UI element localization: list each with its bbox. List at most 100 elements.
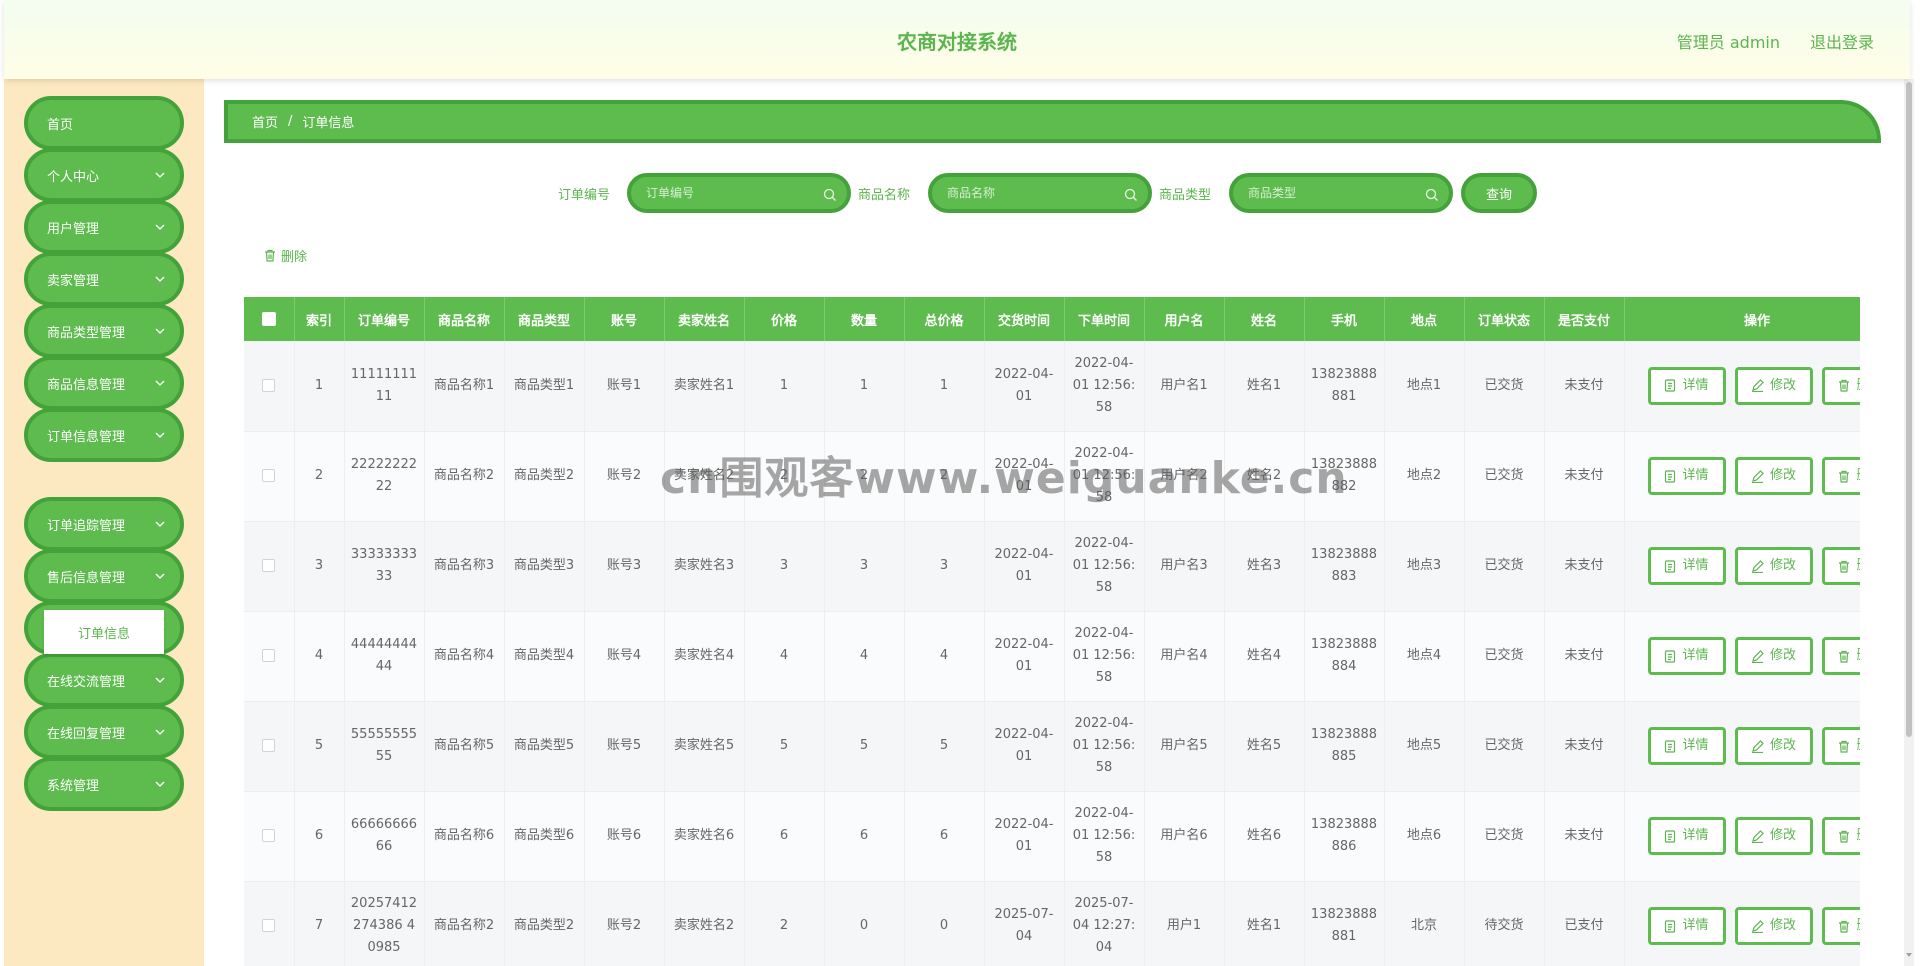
trash-icon bbox=[1838, 560, 1856, 573]
delete-button[interactable]: 删除 bbox=[1821, 907, 1860, 945]
delete-button[interactable]: 删除 bbox=[1821, 817, 1860, 855]
edit-button[interactable]: 修改 bbox=[1734, 817, 1813, 855]
vertical-scrollbar[interactable] bbox=[1904, 79, 1914, 966]
order-table-container: 索引 订单编号 商品名称 商品类型 账号 卖家姓名 价格 数量 总价格 交货时间 下单时间 用户名 姓名… bbox=[244, 297, 1860, 966]
batch-delete-button[interactable]: 删除 bbox=[264, 246, 307, 265]
row-checkbox[interactable] bbox=[262, 469, 276, 482]
sidebar-menu-item-1[interactable]: 个人中心 bbox=[24, 148, 184, 202]
delete-button[interactable]: 删除 bbox=[1821, 457, 1860, 495]
table-header-row: 索引 订单编号 商品名称 商品类型 账号 卖家姓名 价格 数量 总价格 交货时间 下单时间 用户名 姓名… bbox=[244, 297, 1860, 341]
sidebar-menu-item-8[interactable]: 售后信息管理 bbox=[24, 549, 184, 603]
table-row[interactable]: 6 6666666666 商品名称6 商品类型6 账号6 卖家姓名6 6 6 6 2022-04-… bbox=[244, 791, 1860, 882]
table-cell: 卖家姓名3 bbox=[664, 521, 745, 612]
document-icon bbox=[1664, 649, 1682, 663]
sidebar-menu-label: 首页 bbox=[47, 117, 74, 133]
sidebar-menu-item-0[interactable]: 首页 bbox=[24, 96, 184, 150]
column-header: 用户名 bbox=[1144, 297, 1225, 341]
row-checkbox[interactable] bbox=[262, 829, 276, 842]
edit-button[interactable]: 修改 bbox=[1734, 457, 1813, 495]
logout-link[interactable]: 退出登录 bbox=[1810, 29, 1874, 53]
table-cell: 未支付 bbox=[1544, 431, 1625, 522]
sidebar-menu-item-4[interactable]: 商品类型管理 bbox=[24, 304, 184, 358]
detail-button[interactable]: 详情 bbox=[1647, 637, 1726, 675]
column-header: 是否支付 bbox=[1544, 297, 1625, 341]
table-cell: 2022-04-01 bbox=[984, 341, 1065, 432]
sidebar-menu-item-2[interactable]: 用户管理 bbox=[24, 200, 184, 254]
chevron-down-icon bbox=[154, 377, 166, 389]
table-cell: 用户名2 bbox=[1144, 431, 1225, 522]
table-cell: 6 bbox=[824, 791, 905, 882]
sidebar-menu-item-10[interactable]: 在线交流管理 bbox=[24, 653, 184, 707]
table-cell: 商品名称5 bbox=[424, 701, 505, 792]
sidebar-menu-item-5[interactable]: 商品信息管理 bbox=[24, 356, 184, 410]
table-cell: 北京 bbox=[1384, 881, 1465, 966]
table-cell: 2022-04-01 12:56:58 bbox=[1064, 701, 1145, 792]
product-type-input[interactable] bbox=[1248, 186, 1418, 200]
table-row[interactable]: 7 20257412274386 40985 商品名称2 商品类型2 账号2 卖家姓名2 2… bbox=[244, 881, 1860, 966]
edit-button[interactable]: 修改 bbox=[1734, 366, 1813, 405]
sidebar-menu-item-7[interactable]: 订单追踪管理 bbox=[24, 497, 184, 551]
row-checkbox[interactable] bbox=[262, 649, 276, 662]
row-checkbox[interactable] bbox=[262, 739, 276, 752]
table-cell: 2 bbox=[744, 431, 825, 522]
sidebar-menu-item-12[interactable]: 系统管理 bbox=[24, 757, 184, 811]
sidebar-menu-item-3[interactable]: 卖家管理 bbox=[24, 252, 184, 306]
scrollbar-thumb[interactable] bbox=[1906, 82, 1912, 737]
select-all-checkbox[interactable] bbox=[261, 312, 276, 326]
query-button[interactable]: 查询 bbox=[1461, 173, 1537, 213]
sidebar-menu-label: 订单信息管理 bbox=[47, 429, 126, 445]
sidebar-menu-item-11[interactable]: 在线回复管理 bbox=[24, 705, 184, 759]
edit-button[interactable]: 修改 bbox=[1734, 637, 1813, 675]
edit-button[interactable]: 修改 bbox=[1734, 547, 1813, 585]
product-name-input[interactable] bbox=[947, 186, 1117, 200]
delete-button[interactable]: 删除 bbox=[1821, 727, 1860, 765]
detail-button[interactable]: 详情 bbox=[1647, 907, 1726, 945]
table-cell: 6 bbox=[294, 791, 345, 882]
edit-button[interactable]: 修改 bbox=[1734, 727, 1813, 765]
row-actions-cell: 详情 修改 删除 bbox=[1624, 611, 1860, 702]
table-cell: 商品名称6 bbox=[424, 791, 505, 882]
document-icon bbox=[1664, 919, 1682, 933]
breadcrumb-home[interactable]: 首页 bbox=[252, 112, 278, 131]
column-header: 商品名称 bbox=[424, 297, 505, 341]
detail-button-label: 详情 bbox=[1682, 558, 1709, 573]
detail-button[interactable]: 详情 bbox=[1647, 817, 1726, 855]
table-row[interactable]: 1 1111111111 商品名称1 商品类型1 账号1 卖家姓名1 1 1 1 2022-04-… bbox=[244, 341, 1860, 432]
sidebar-menu-label: 在线回复管理 bbox=[47, 726, 126, 742]
order-number-input[interactable] bbox=[646, 186, 816, 200]
delete-button[interactable]: 删除 bbox=[1821, 366, 1860, 405]
row-actions-cell: 详情 修改 删除 bbox=[1624, 881, 1860, 966]
table-cell: 用户名4 bbox=[1144, 611, 1225, 702]
delete-button[interactable]: 删除 bbox=[1821, 637, 1860, 675]
scroll-down-arrow-icon[interactable] bbox=[1905, 951, 1913, 959]
column-header: 账号 bbox=[584, 297, 665, 341]
table-row[interactable]: 5 5555555555 商品名称5 商品类型5 账号5 卖家姓名5 5 5 5 2022-04-… bbox=[244, 701, 1860, 792]
chevron-down-icon bbox=[154, 570, 166, 582]
table-row[interactable]: 3 3333333333 商品名称3 商品类型3 账号3 卖家姓名3 3 3 3 2022-04-… bbox=[244, 521, 1860, 612]
row-checkbox[interactable] bbox=[262, 559, 276, 572]
detail-button-label: 详情 bbox=[1682, 918, 1709, 933]
edit-button-label: 修改 bbox=[1769, 738, 1796, 753]
detail-button[interactable]: 详情 bbox=[1647, 457, 1726, 495]
table-cell: 6666666666 bbox=[344, 791, 425, 882]
detail-button[interactable]: 详情 bbox=[1647, 547, 1726, 585]
sidebar-menu-item-6[interactable]: 订单信息管理 bbox=[24, 408, 184, 462]
table-cell: 账号5 bbox=[584, 701, 665, 792]
detail-button[interactable]: 详情 bbox=[1647, 727, 1726, 765]
detail-button[interactable]: 详情 bbox=[1647, 366, 1726, 405]
table-cell: 3333333333 bbox=[344, 521, 425, 612]
table-cell: 已支付 bbox=[1544, 881, 1625, 966]
delete-button[interactable]: 删除 bbox=[1821, 547, 1860, 585]
table-cell: 5 bbox=[294, 701, 345, 792]
row-checkbox[interactable] bbox=[262, 378, 276, 392]
table-row[interactable]: 4 4444444444 商品名称4 商品类型4 账号4 卖家姓名4 4 4 4 2022-04-… bbox=[244, 611, 1860, 702]
table-cell: 姓名5 bbox=[1224, 701, 1305, 792]
table-row[interactable]: 2 2222222222 商品名称2 商品类型2 账号2 卖家姓名2 2 2 2 2022-04-… bbox=[244, 431, 1860, 522]
table-cell: 13823888881 bbox=[1304, 341, 1385, 432]
table-cell: 1111111111 bbox=[344, 341, 425, 432]
row-checkbox[interactable] bbox=[262, 919, 276, 932]
trash-icon bbox=[1838, 650, 1856, 663]
submenu-item-order-info[interactable]: 订单信息 bbox=[44, 610, 164, 654]
edit-button[interactable]: 修改 bbox=[1734, 907, 1813, 945]
product-type-label: 商品类型 bbox=[1159, 188, 1212, 203]
